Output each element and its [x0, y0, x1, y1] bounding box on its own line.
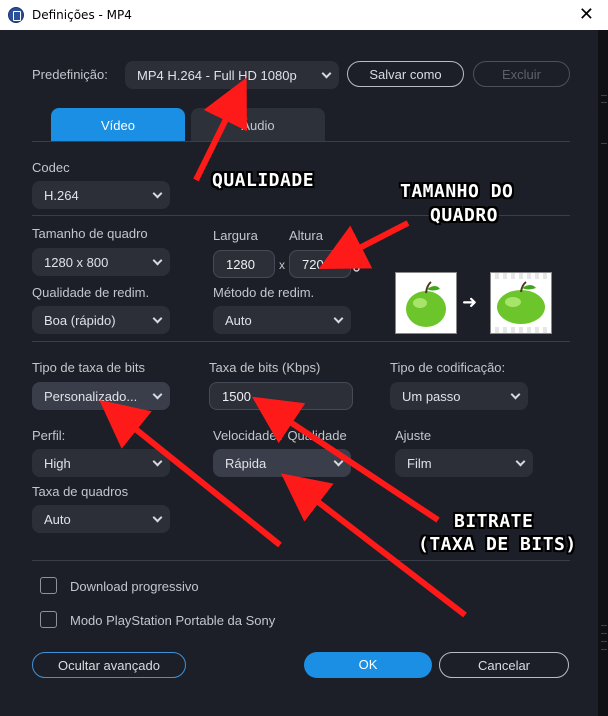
chevron-down-icon: [510, 389, 521, 400]
speed-quality-value: Rápida: [225, 456, 267, 471]
fit-value: Film: [407, 456, 432, 471]
profile-label: Perfil:: [32, 428, 66, 443]
psp-mode-label: Modo PlayStation Portable da Sony: [70, 613, 276, 628]
bitrate-type-dropdown[interactable]: Personalizado...: [32, 382, 170, 410]
framerate-dropdown[interactable]: Auto: [32, 505, 170, 533]
profile-dropdown[interactable]: High: [32, 449, 170, 477]
annotation-frame-size-line2: QUADRO: [430, 205, 499, 226]
width-label: Largura: [213, 228, 258, 243]
chevron-down-icon: [515, 456, 526, 467]
background-window-edge: [598, 30, 608, 716]
codec-value: H.264: [44, 188, 79, 203]
progressive-download-checkbox[interactable]: [40, 577, 57, 594]
delete-button[interactable]: Excluir: [473, 61, 570, 87]
resize-quality-dropdown[interactable]: Boa (rápido): [32, 306, 170, 334]
preset-label: Predefinição:: [32, 67, 108, 82]
frame-size-label: Tamanho de quadro: [32, 226, 148, 241]
section-divider: [32, 341, 570, 342]
framerate-label: Taxa de quadros: [32, 484, 129, 499]
fit-dropdown[interactable]: Film: [395, 449, 533, 477]
save-as-button[interactable]: Salvar como: [347, 61, 464, 87]
arrow-right-icon: ➜: [462, 292, 478, 313]
chevron-down-icon: [152, 456, 163, 467]
bitrate-type-value: Personalizado...: [44, 389, 138, 404]
speed-quality-label: Velocidade / Qualidade: [213, 428, 347, 443]
section-divider: [32, 560, 570, 561]
chevron-down-icon: [333, 313, 344, 324]
chevron-down-icon: [321, 68, 332, 79]
bitrate-input[interactable]: 1500: [209, 382, 353, 410]
apple-image-icon: [491, 279, 551, 327]
profile-value: High: [44, 456, 71, 471]
chevron-down-icon: [152, 188, 163, 199]
tab-divider: [32, 141, 570, 142]
preset-value: MP4 H.264 - Full HD 1080p: [137, 68, 297, 83]
annotation-bitrate-line1: BITRATE: [454, 511, 534, 532]
chevron-down-icon: [152, 389, 163, 400]
chevron-down-icon: [152, 313, 163, 324]
height-label: Altura: [289, 228, 323, 243]
link-icon[interactable]: [352, 256, 362, 272]
preset-dropdown[interactable]: MP4 H.264 - Full HD 1080p: [125, 61, 339, 89]
window-titlebar: Definições - MP4 ✕: [0, 0, 608, 30]
window-title: Definições - MP4: [32, 8, 132, 22]
apple-image-icon: [406, 281, 446, 327]
resize-quality-value: Boa (rápido): [44, 313, 116, 328]
chevron-down-icon: [152, 512, 163, 523]
codec-label: Codec: [32, 160, 70, 175]
psp-mode-checkbox[interactable]: [40, 611, 57, 628]
frame-size-value: 1280 x 800: [44, 255, 109, 270]
chevron-down-icon: [333, 456, 344, 467]
bitrate-type-label: Tipo de taxa de bits: [32, 360, 145, 375]
app-logo-icon: [8, 7, 24, 23]
encoding-type-value: Um passo: [402, 389, 461, 404]
times-sign: x: [279, 258, 285, 272]
width-input[interactable]: 1280: [213, 250, 275, 278]
annotation-frame-size-line1: TAMANHO DO: [400, 181, 514, 202]
close-icon[interactable]: ✕: [579, 4, 594, 25]
progressive-download-label: Download progressivo: [70, 579, 199, 594]
tab-video[interactable]: Vídeo: [51, 108, 185, 142]
resize-quality-label: Qualidade de redim.: [32, 285, 150, 300]
chevron-down-icon: [152, 255, 163, 266]
height-input[interactable]: 720: [289, 250, 351, 278]
cancel-button[interactable]: Cancelar: [439, 652, 569, 678]
settings-dialog: Predefinição: MP4 H.264 - Full HD 1080p …: [0, 30, 598, 716]
original-frame-thumbnail: [395, 272, 457, 334]
encoding-type-dropdown[interactable]: Um passo: [390, 382, 528, 410]
ok-button[interactable]: OK: [304, 652, 432, 678]
encoding-type-label: Tipo de codificação:: [390, 360, 506, 375]
bitrate-label: Taxa de bits (Kbps): [209, 360, 321, 375]
annotation-quality: QUALIDADE: [212, 170, 315, 191]
framerate-value: Auto: [44, 512, 71, 527]
resize-method-dropdown[interactable]: Auto: [213, 306, 351, 334]
resized-frame-thumbnail: [490, 272, 552, 334]
codec-dropdown[interactable]: H.264: [32, 181, 170, 209]
resize-method-value: Auto: [225, 313, 252, 328]
resize-method-label: Método de redim.: [213, 285, 315, 300]
fit-label: Ajuste: [395, 428, 432, 443]
annotation-bitrate-line2: (TAXA DE BITS): [418, 534, 577, 555]
hide-advanced-button[interactable]: Ocultar avançado: [32, 652, 186, 678]
speed-quality-dropdown[interactable]: Rápida: [213, 449, 351, 477]
tab-audio[interactable]: Áudio: [191, 108, 325, 142]
frame-size-dropdown[interactable]: 1280 x 800: [32, 248, 170, 276]
